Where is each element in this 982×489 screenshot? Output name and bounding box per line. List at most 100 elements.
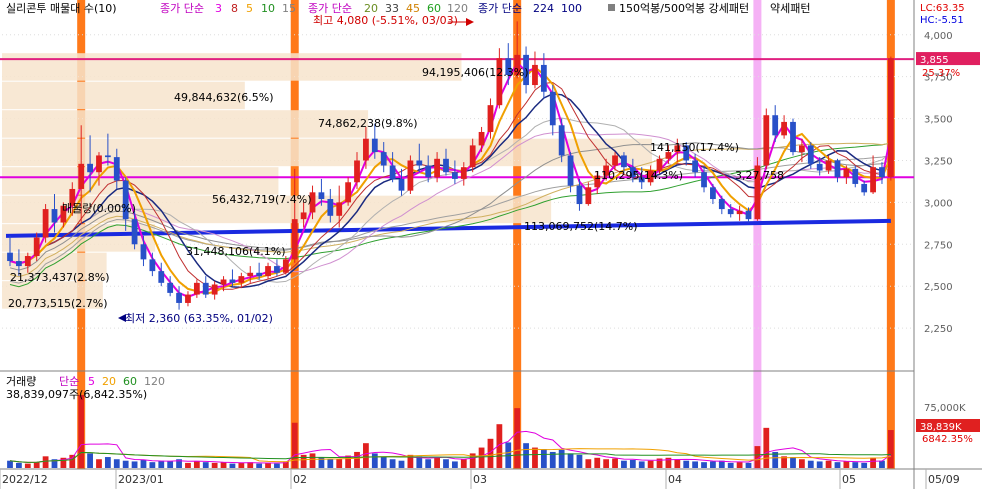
candle-body-5 (51, 209, 58, 223)
volume-bar-12 (113, 459, 120, 468)
volume-bar-29 (265, 462, 271, 468)
candle-body-61 (549, 91, 556, 126)
volume-bar-11 (104, 457, 111, 468)
volume-bar-57 (514, 408, 521, 468)
volume-bar-32 (291, 422, 298, 468)
volume-bar-69 (621, 460, 627, 468)
current-volume-label: 38,839K (920, 422, 962, 433)
ma-224-period: 224 (533, 2, 554, 15)
candle-body-1 (16, 261, 22, 267)
volume-bar-64 (576, 454, 583, 468)
candle-body-31 (282, 259, 289, 273)
annotation-label: 110,295(14.3%) (594, 169, 683, 182)
volume-bar-78 (701, 462, 707, 468)
ma-8-period: 8 (231, 2, 238, 15)
volume-bar-82 (736, 462, 743, 468)
volume-bar-28 (256, 463, 263, 468)
stock-chart[interactable]: 4,0003,7503,5003,2503,0002,7502,5002,250… (0, 0, 982, 489)
volume-bar-66 (594, 457, 601, 468)
volume-bar-94 (843, 461, 850, 468)
candle-body-48 (434, 158, 440, 178)
candle-body-33 (300, 212, 307, 220)
volume-bar-51 (460, 459, 467, 468)
current-price-label: 3,855 (920, 55, 949, 66)
lc-value: LC:63.35 (920, 3, 965, 14)
price-tick-label: 3,000 (924, 198, 953, 209)
candle-body-86 (772, 115, 779, 136)
date-tick-label: 05/09 (928, 473, 960, 486)
candle-body-9 (87, 163, 93, 173)
current-price-pct: 25.37% (922, 68, 960, 79)
annotation-label: 74,862,238(9.8%) (318, 117, 418, 130)
date-tick-label: 05 (842, 473, 856, 486)
volume-bar-18 (167, 461, 174, 468)
candle-body-60 (540, 64, 547, 92)
current-volume-pct: 6842.35% (922, 434, 973, 445)
candle-body-52 (469, 145, 476, 168)
candle-body-89 (798, 145, 805, 153)
candle-body-10 (96, 155, 102, 173)
volume-bar-70 (629, 459, 636, 468)
date-tick-label: 02 (293, 473, 307, 486)
volume-bar-9 (87, 453, 93, 468)
candle-body-8 (78, 163, 85, 189)
vol-ma-5-period: 5 (88, 375, 95, 388)
vol-ma-120-period: 120 (144, 375, 165, 388)
annotation-label: 49,844,632(6.5%) (174, 91, 274, 104)
chart-title: 실리콘투 매물대 수(10) (6, 2, 117, 15)
volume-bar-60 (540, 449, 547, 468)
volume-bar-50 (451, 461, 458, 468)
candle-body-82 (736, 210, 743, 215)
annotation-label: 141,150(17.4%) (650, 141, 739, 154)
candle-body-18 (167, 282, 174, 293)
candle-body-0 (7, 252, 13, 262)
candle-body-96 (861, 183, 868, 193)
annotation-label: 최저 2,360 (63.35%, 01/02) (125, 312, 273, 325)
price-tick-label: 3,250 (924, 156, 953, 167)
price-tick-label: 3,500 (924, 115, 953, 126)
volume-bar-95 (852, 462, 859, 468)
date-tick-label: 04 (668, 473, 682, 486)
volume-bar-91 (816, 461, 823, 468)
price-tick-label: 2,500 (924, 282, 953, 293)
annotation-label: 94,195,406(12.3%) (422, 66, 529, 79)
price-tick-label: 4,000 (924, 31, 953, 42)
volume-bar-34 (309, 453, 316, 468)
candle-body-26 (238, 276, 245, 283)
volume-bar-2 (24, 463, 31, 468)
candle-body-11 (104, 155, 111, 158)
candle-body-37 (336, 202, 343, 216)
candle-body-90 (807, 145, 814, 164)
profile-bar-8 (2, 53, 462, 81)
annotation-label: 113,069,752(14.7%) (524, 220, 638, 233)
ma-5-period: 5 (246, 2, 253, 15)
candle-body-78 (701, 172, 707, 188)
candle-body-4 (42, 209, 49, 238)
ma-20-period: 20 (364, 2, 378, 15)
volume-bar-16 (149, 462, 156, 468)
candle-body-16 (149, 259, 156, 272)
candle-body-50 (451, 172, 458, 179)
volume-bar-24 (220, 462, 227, 468)
volume-bar-77 (692, 461, 699, 468)
candle-body-54 (487, 105, 494, 132)
volume-label: 거래량 (6, 375, 36, 388)
candle-body-63 (567, 155, 574, 186)
candle-body-92 (825, 160, 832, 171)
volume-bar-17 (158, 460, 165, 468)
candle-body-25 (229, 279, 236, 283)
candle-body-79 (710, 187, 716, 200)
volume-bar-68 (612, 458, 618, 468)
annotation-label: 매물량(0.00%) (62, 202, 136, 215)
ma-15-period: 15 (282, 2, 296, 15)
volume-bar-58 (523, 443, 529, 468)
volume-bar-65 (585, 459, 592, 468)
vol-ma-20-period: 20 (102, 375, 116, 388)
volume-bar-21 (193, 461, 200, 468)
candle-body-3 (33, 237, 40, 257)
candle-body-95 (852, 168, 859, 184)
volume-bar-67 (603, 459, 610, 468)
volume-bar-8 (78, 395, 85, 468)
price-tick-label: 2,250 (924, 324, 953, 335)
volume-bar-97 (870, 457, 876, 468)
